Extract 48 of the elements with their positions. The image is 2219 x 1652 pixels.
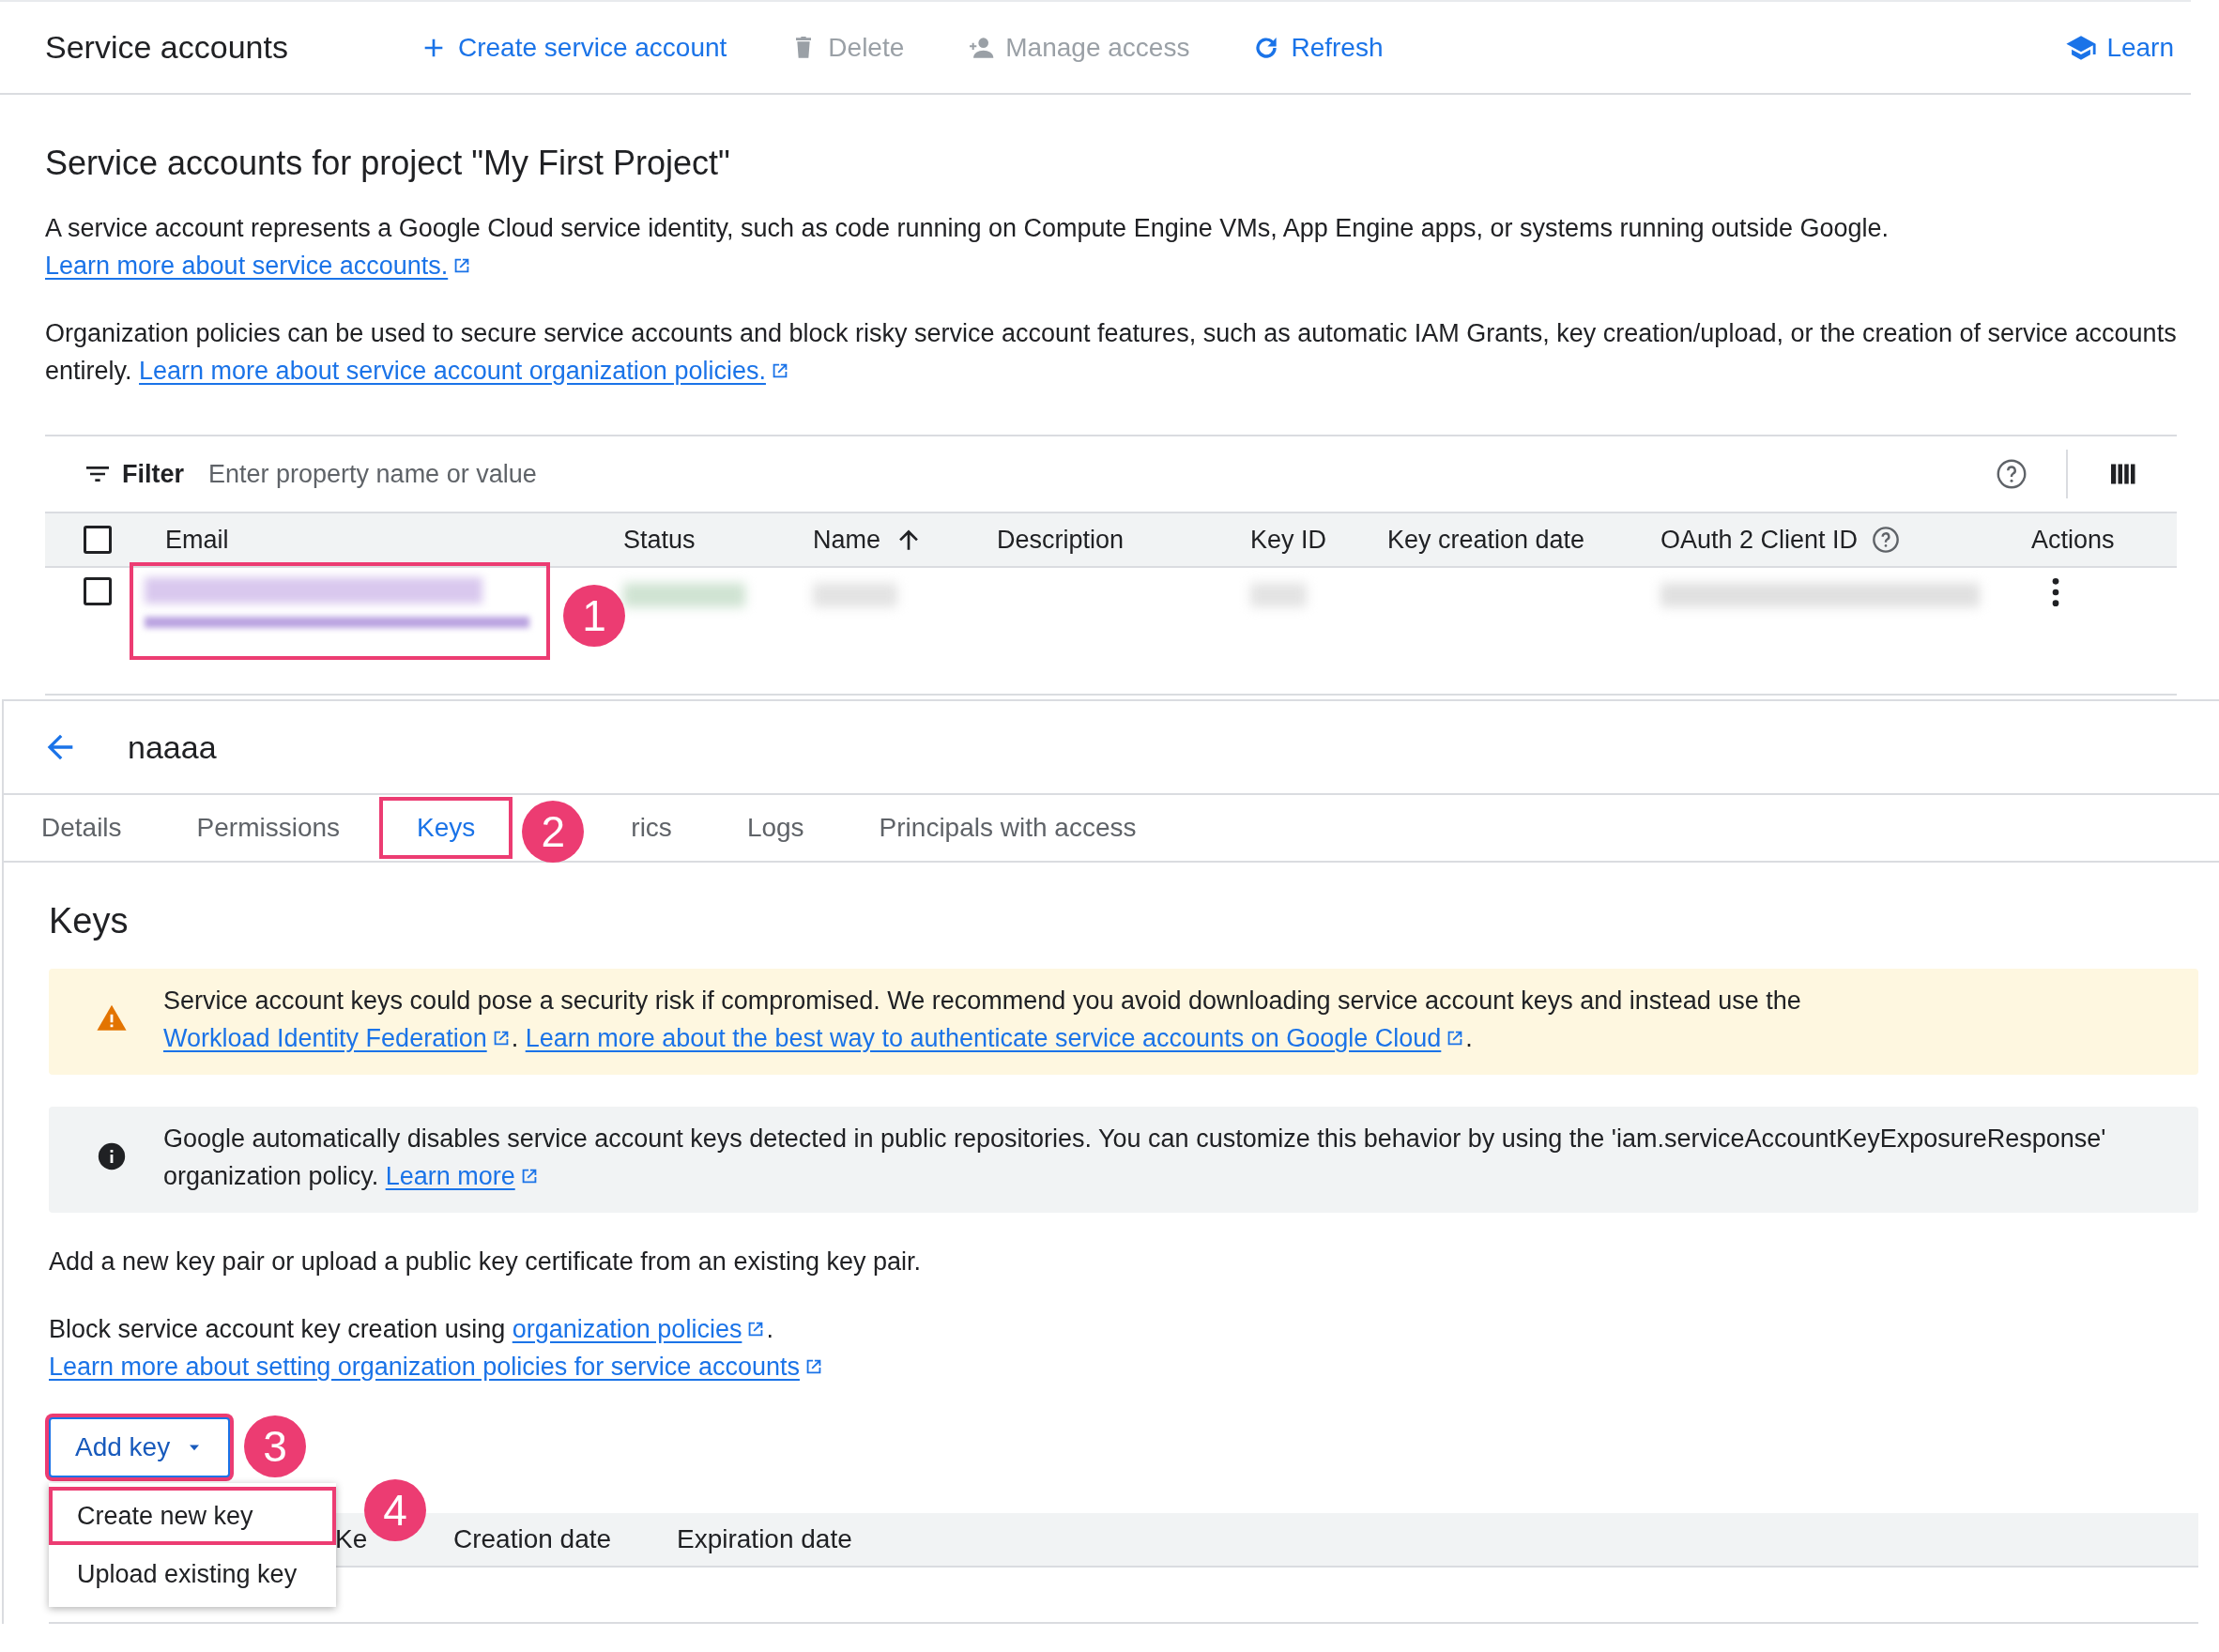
info-icon [96, 1140, 128, 1172]
column-header: Key creation date [1387, 524, 1585, 556]
tab[interactable]: Details [4, 795, 160, 861]
column-header: Email [165, 524, 229, 556]
tab[interactable]: rics [593, 795, 710, 861]
column-header: Actions [2031, 524, 2115, 556]
detail-title: naaaa [128, 727, 217, 767]
column-header: Status [623, 524, 696, 556]
filter-field[interactable]: Enter property name or value [208, 454, 1995, 494]
column-header: Description [997, 524, 1125, 556]
tab[interactable]: Logs [709, 795, 842, 861]
notice-text: Service account keys could pose a security risk if compromised. We recommend you avoid downloading service account keys and instead use the Workload Identity Federation . Learn more about the best way to authenticate service accounts on Google Cloud . [163, 986, 1802, 1054]
link[interactable]: Learn more [385, 1162, 515, 1190]
help-icon[interactable] [1995, 457, 2028, 491]
description-text: Organization policies can be used to secure service accounts and block risky service account features, such as automatic IAM Grants, key creation/upload, or the creation of service accounts entirely. Learn more about service account organization policies. [45, 318, 2178, 387]
column-header: Creation date [453, 1523, 613, 1555]
page-title: Service accounts [45, 28, 289, 67]
link[interactable]: Learn more about setting organization policies for service accounts [49, 1353, 800, 1381]
tab[interactable]: Keys [377, 795, 515, 861]
checkbox[interactable] [84, 526, 112, 554]
column-header: Expiration date [677, 1523, 853, 1555]
checkbox[interactable] [84, 577, 112, 605]
step-number-badge: 3 [244, 1415, 306, 1477]
menu-item[interactable]: Upload existing key [49, 1545, 336, 1603]
filter-label: Filter [122, 458, 184, 490]
toolbar-button[interactable]: Refresh [1251, 27, 1384, 68]
tab[interactable]: Principals with access [841, 795, 1174, 861]
step-number-badge: 2 [522, 801, 585, 863]
column-header: OAuth 2 Client ID [1660, 524, 1859, 556]
toolbar-button[interactable]: Create service account [419, 27, 727, 68]
column-header: Key ID [1250, 524, 1327, 556]
step-number-badge: 1 [563, 585, 625, 647]
column-header[interactable]: Name [813, 520, 881, 559]
link[interactable]: Learn more about service account organization policies. [139, 357, 766, 385]
description-text: A service account represents a Google Cloud service identity, such as code running on Compute Engine VMs, App Engine apps, or systems running outside Google. Learn more about service accounts. [45, 213, 1890, 282]
tab[interactable]: Permissions [159, 795, 378, 861]
link[interactable]: organization policies [512, 1315, 742, 1343]
description-text: Block service account key creation using organization policies . [49, 1314, 774, 1345]
notice-text: Google automatically disables service account keys detected in public repositories. You can customize this behavior by using the 'iam.serviceAccountKeyExposureResponse' organization policy. Learn more [163, 1124, 2107, 1192]
link[interactable]: Learn more about the best way to authenticate service accounts on Google Cloud [525, 1024, 1442, 1052]
section-heading: Keys [49, 900, 130, 942]
link[interactable]: Learn more about service accounts. [45, 252, 449, 280]
description-text: Add a new key pair or upload a public key certificate from an existing key pair. [49, 1247, 922, 1277]
menu-item[interactable]: Create new key [49, 1487, 336, 1545]
link[interactable]: Workload Identity Federation [163, 1024, 487, 1052]
learn-button[interactable]: Learn [2065, 27, 2174, 68]
column-help-icon[interactable] [1871, 525, 1902, 555]
section-heading: Service accounts for project "My First Project" [45, 143, 731, 184]
